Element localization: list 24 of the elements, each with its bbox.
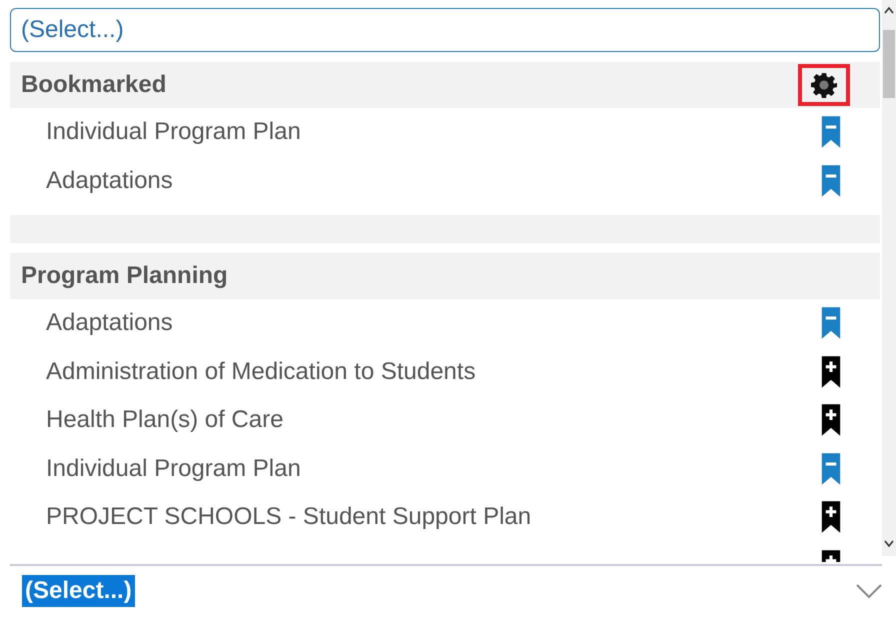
list-item-label[interactable]: Adaptations [46, 166, 820, 195]
settings-icon[interactable] [811, 72, 837, 98]
group-title: Program Planning [21, 262, 229, 290]
chevron-down-icon[interactable] [856, 583, 882, 599]
scrollbar-thumb[interactable] [883, 30, 896, 98]
scroll-up-icon[interactable] [884, 6, 894, 14]
list-item-label[interactable]: Administration of Medication to Students [46, 358, 820, 386]
list-item-label[interactable]: Health Plan(s) of Care [46, 406, 820, 434]
bookmark-plus-icon[interactable] [820, 403, 842, 438]
group-title: Bookmarked [21, 71, 168, 99]
list-item-label[interactable]: PROJECT SCHOOLS - Student Support Plan [46, 503, 820, 532]
selected-value[interactable]: (Select...) [22, 575, 135, 607]
search-field[interactable]: (Select...) [10, 8, 880, 52]
bookmark-minus-icon[interactable] [820, 306, 842, 340]
bookmark-plus-icon[interactable] [820, 354, 842, 389]
scroll-down-icon[interactable] [884, 540, 894, 548]
bookmark-minus-icon[interactable] [820, 164, 842, 198]
list-item-label[interactable]: Adaptations [46, 309, 820, 338]
list-item-label[interactable]: Individual Program Plan [46, 454, 820, 483]
scrollbar[interactable] [882, 0, 896, 556]
list-item-label[interactable]: Individual Program Plan [46, 118, 820, 146]
bookmark-minus-icon[interactable] [820, 115, 842, 150]
bookmark-plus-icon[interactable] [820, 500, 842, 534]
bookmark-minus-icon[interactable] [820, 452, 842, 486]
